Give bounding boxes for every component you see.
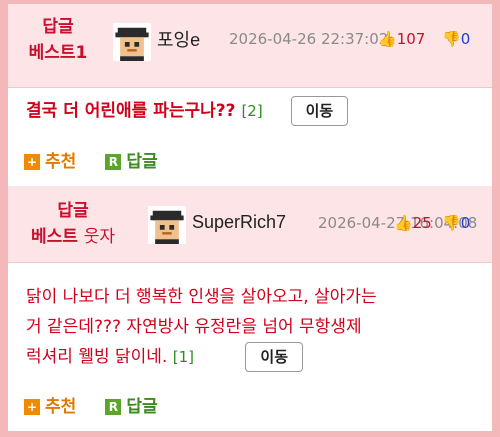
thumbs-up-icon: 👍 xyxy=(378,30,397,48)
comment-actions: + 추천 R 답글 xyxy=(24,147,182,172)
comment-header: 답글 베스트1 포잉e 2026-04-26 22:37:02 👍107 👎0 xyxy=(8,4,492,88)
avatar[interactable] xyxy=(148,206,186,244)
best-badge: 답글 베스트1 xyxy=(18,14,98,66)
up-count: 25 xyxy=(412,214,432,232)
reply-count[interactable]: [2] xyxy=(241,102,262,120)
comment-line-last: 럭셔리 웰빙 닭이네. [1] 이동 xyxy=(26,342,486,372)
best-comment: 답글 베스트1 포잉e 2026-04-26 22:37:02 👍107 👎0 xyxy=(8,4,492,184)
comment-line: 닭이 나보다 더 행복한 인생을 살아오고, 살아가는 xyxy=(26,287,377,307)
vote-down[interactable]: 👎0 xyxy=(442,214,470,232)
recommend-button[interactable]: + 추천 xyxy=(24,392,76,417)
reply-label: 답글 xyxy=(126,152,158,172)
comment-list: 답글 베스트1 포잉e 2026-04-26 22:37:02 👍107 👎0 xyxy=(8,4,492,431)
plus-icon: + xyxy=(24,154,40,170)
nickname[interactable]: SuperRich7 xyxy=(192,212,286,233)
comment-actions: + 추천 R 답글 xyxy=(24,392,182,417)
best-comment: 답글 베스트 웃자 SuperRich7 2026-04-27 16:04:08… xyxy=(8,186,492,431)
badge-line2: 베스트1 xyxy=(28,43,88,63)
up-count: 107 xyxy=(396,30,426,48)
badge-line1: 답글 xyxy=(57,201,89,221)
move-button[interactable]: 이동 xyxy=(245,342,304,372)
vote-up[interactable]: 👍107 xyxy=(378,30,425,48)
move-button[interactable]: 이동 xyxy=(290,96,349,126)
comment-header: 답글 베스트 웃자 SuperRich7 2026-04-27 16:04:08… xyxy=(8,186,492,263)
comment-line: 거 같은데??? 자연방사 유정란을 넘어 무항생제 xyxy=(26,317,362,337)
badge-line2-text: 베스트 xyxy=(30,227,78,247)
plus-icon: + xyxy=(24,399,40,415)
comment-date: 2026-04-26 22:37:02 xyxy=(229,30,389,48)
thumbs-up-icon: 👍 xyxy=(394,214,413,232)
down-count: 0 xyxy=(460,214,471,232)
reply-button[interactable]: R 답글 xyxy=(105,147,158,172)
reply-icon: R xyxy=(105,399,122,415)
badge-line1: 답글 xyxy=(42,17,74,37)
comment-text: 닭이 나보다 더 행복한 인생을 살아오고, 살아가는 거 같은데??? 자연방… xyxy=(26,282,486,372)
reply-icon: R xyxy=(105,154,122,170)
badge-line2: 베스트 웃자 xyxy=(18,224,128,250)
reply-button[interactable]: R 답글 xyxy=(105,392,158,417)
comment-text: 결국 더 어린애를 파는구나?? [2] 이동 xyxy=(26,96,349,126)
best-badge: 답글 베스트 웃자 xyxy=(18,198,128,250)
nickname[interactable]: 포잉e xyxy=(157,26,200,52)
thumbs-down-icon: 👎 xyxy=(442,30,461,48)
recommend-button[interactable]: + 추천 xyxy=(24,147,76,172)
avatar[interactable] xyxy=(113,23,151,61)
recommend-label: 추천 xyxy=(45,397,77,417)
badge-category[interactable]: 웃자 xyxy=(84,227,115,247)
reply-label: 답글 xyxy=(126,397,158,417)
recommend-label: 추천 xyxy=(45,152,77,172)
comment-line: 럭셔리 웰빙 닭이네. xyxy=(26,347,168,367)
reply-count[interactable]: [1] xyxy=(173,348,194,366)
down-count: 0 xyxy=(460,30,471,48)
comment-body: 결국 더 어린애를 파는구나?? xyxy=(26,101,236,121)
vote-down[interactable]: 👎0 xyxy=(442,30,470,48)
thumbs-down-icon: 👎 xyxy=(442,214,461,232)
vote-up[interactable]: 👍25 xyxy=(394,214,432,232)
